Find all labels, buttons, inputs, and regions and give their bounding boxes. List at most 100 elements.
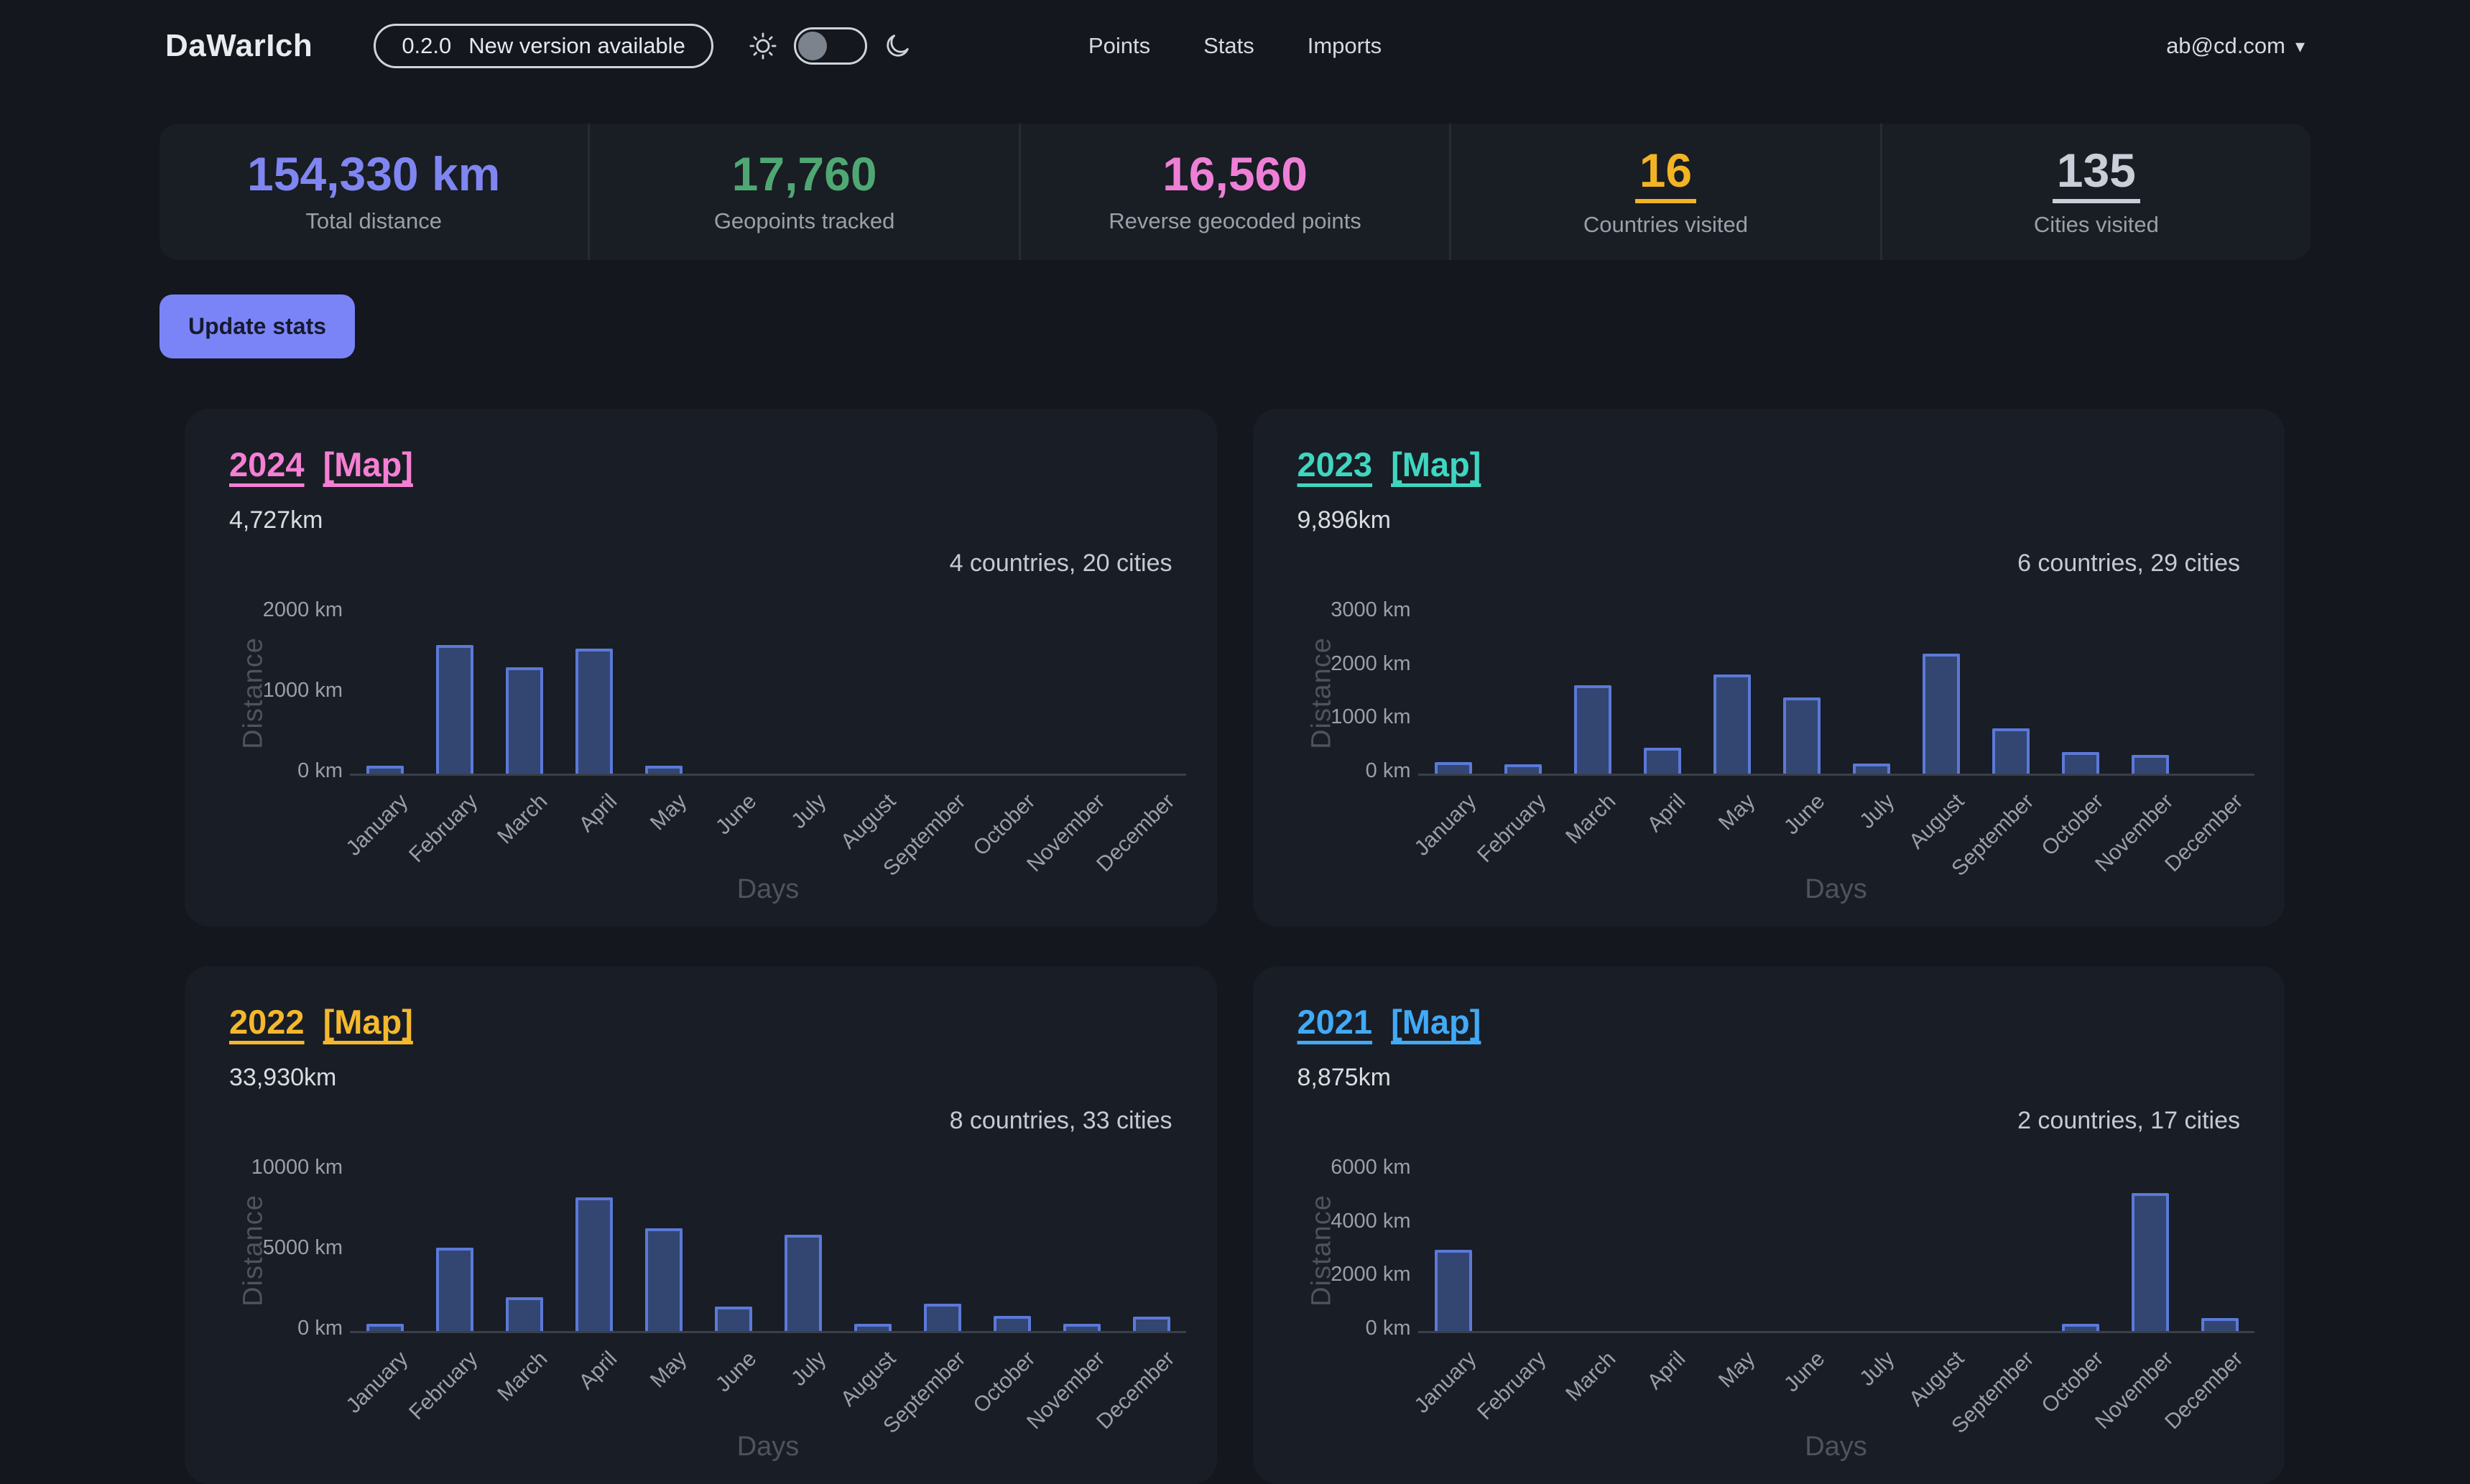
card-distance: 4,727km xyxy=(229,506,323,534)
app-header: DaWarIch 0.2.0 New version available Poi… xyxy=(0,0,2470,92)
stat-value: 154,330 km xyxy=(247,149,500,199)
year-card-2024: 2024[Map]4,727km4 countries, 20 citiesDi… xyxy=(185,409,1217,927)
year-link-2021[interactable]: 2021 xyxy=(1298,1003,1373,1041)
x-tick-label-february: February xyxy=(404,789,483,868)
x-tick-label-october: October xyxy=(969,789,1041,861)
y-tick-label: 0 km xyxy=(1282,1317,1411,1340)
bar-january xyxy=(1435,762,1472,774)
bar-february xyxy=(1504,764,1542,774)
map-link-2021[interactable]: [Map] xyxy=(1391,1003,1481,1041)
x-tick-label-august: August xyxy=(836,789,901,854)
bar-august xyxy=(1923,654,1960,774)
version-badge[interactable]: 0.2.0 New version available xyxy=(374,24,713,68)
nav-item-points[interactable]: Points xyxy=(1088,33,1150,59)
bar-october xyxy=(2062,752,2099,774)
app-logo: DaWarIch xyxy=(165,28,313,64)
moon-icon xyxy=(883,32,912,60)
bar-may xyxy=(645,766,683,774)
year-link-2023[interactable]: 2023 xyxy=(1298,445,1373,483)
bar-july xyxy=(785,1235,822,1331)
year-link-2024[interactable]: 2024 xyxy=(229,445,305,483)
bar-chart-plot xyxy=(1418,613,2254,776)
x-tick-label-august: August xyxy=(1904,789,1969,854)
stat-value[interactable]: 135 xyxy=(2053,146,2140,203)
card-summary: 6 countries, 29 cities xyxy=(2017,549,2240,578)
x-tick-label-july: July xyxy=(1855,1347,1900,1391)
bar-february xyxy=(436,645,473,774)
bar-january xyxy=(1435,1250,1472,1331)
theme-toggle[interactable] xyxy=(794,27,867,65)
y-tick-label: 0 km xyxy=(1282,759,1411,783)
x-tick-label-march: March xyxy=(493,789,552,849)
bar-chart-plot xyxy=(350,1170,1186,1333)
stat-cell-countries-visited: 16 Countries visited xyxy=(1449,124,1879,260)
card-title-2023: 2023 [Map] xyxy=(1298,445,1481,484)
bar-june xyxy=(715,1307,752,1331)
update-stats-button[interactable]: Update stats xyxy=(159,295,355,358)
bar-september xyxy=(1992,728,2030,774)
main-nav: Points Stats Imports xyxy=(1088,33,1382,59)
x-tick-label-february: February xyxy=(1473,1347,1551,1425)
bar-june xyxy=(1783,697,1821,774)
stat-cell-total-distance: 154,330 km Total distance xyxy=(159,124,588,260)
card-distance: 8,875km xyxy=(1298,1064,1391,1092)
bar-november xyxy=(2132,755,2169,774)
y-tick-label: 1000 km xyxy=(213,679,343,702)
x-tick-label-april: April xyxy=(1642,789,1690,837)
x-axis-title: Days xyxy=(1418,1432,2254,1462)
x-tick-label-october: October xyxy=(2037,789,2109,861)
nav-item-imports[interactable]: Imports xyxy=(1308,33,1382,59)
map-link-2023[interactable]: [Map] xyxy=(1391,445,1481,483)
chevron-down-icon: ▾ xyxy=(2295,37,2305,55)
bar-march xyxy=(506,667,543,774)
y-tick-label: 1000 km xyxy=(1282,705,1411,729)
x-tick-label-october: October xyxy=(969,1347,1041,1419)
x-axis-title: Days xyxy=(350,1432,1186,1462)
x-tick-label-june: June xyxy=(711,1347,762,1397)
x-tick-label-may: May xyxy=(1713,1347,1759,1393)
bar-april xyxy=(575,1197,613,1331)
bar-march xyxy=(506,1297,543,1331)
bar-november xyxy=(2132,1193,2169,1331)
map-link-2022[interactable]: [Map] xyxy=(323,1003,413,1041)
bar-january xyxy=(366,1324,404,1331)
y-tick-label: 2000 km xyxy=(1282,652,1411,676)
y-tick-label: 2000 km xyxy=(1282,1263,1411,1286)
stat-label: Total distance xyxy=(305,208,442,234)
x-tick-label-august: August xyxy=(1904,1347,1969,1411)
year-card-2022: 2022[Map]33,930km8 countries, 33 citiesD… xyxy=(185,966,1217,1484)
nav-item-stats[interactable]: Stats xyxy=(1203,33,1254,59)
user-email: ab@cd.com xyxy=(2166,33,2285,59)
card-summary: 2 countries, 17 cities xyxy=(2017,1107,2240,1135)
year-card-2023: 2023[Map]9,896km6 countries, 29 citiesDi… xyxy=(1253,409,2285,927)
stat-label: Geopoints tracked xyxy=(714,208,895,234)
bar-february xyxy=(436,1248,473,1331)
map-link-2024[interactable]: [Map] xyxy=(323,445,413,483)
x-tick-label-may: May xyxy=(1713,789,1759,835)
x-tick-label-march: March xyxy=(1561,789,1621,849)
bar-may xyxy=(645,1228,683,1331)
x-tick-label-may: May xyxy=(646,1347,692,1393)
card-title-2021: 2021 [Map] xyxy=(1298,1002,1481,1042)
bar-april xyxy=(1644,748,1681,774)
stat-cell-reverse-geocoded-points: 16,560Reverse geocoded points xyxy=(1019,124,1449,260)
x-tick-label-april: April xyxy=(575,1347,622,1394)
y-tick-label: 6000 km xyxy=(1282,1156,1411,1179)
x-axis-title: Days xyxy=(350,874,1186,905)
x-tick-label-june: June xyxy=(711,789,762,840)
theme-toggle-knob xyxy=(798,32,827,60)
y-tick-label: 10000 km xyxy=(213,1156,343,1179)
x-tick-label-april: April xyxy=(1642,1347,1690,1394)
x-tick-label-june: June xyxy=(1779,789,1829,840)
version-number: 0.2.0 xyxy=(402,33,451,59)
x-tick-label-june: June xyxy=(1779,1347,1829,1397)
stat-value: 16,560 xyxy=(1162,149,1308,199)
bar-april xyxy=(575,649,613,774)
stat-label: Countries visited xyxy=(1583,212,1748,238)
user-menu[interactable]: ab@cd.com ▾ xyxy=(2166,33,2305,59)
bar-september xyxy=(924,1304,961,1331)
card-distance: 33,930km xyxy=(229,1064,336,1092)
year-link-2022[interactable]: 2022 xyxy=(229,1003,305,1041)
x-tick-label-july: July xyxy=(787,1347,831,1391)
stat-value[interactable]: 16 xyxy=(1635,146,1696,203)
